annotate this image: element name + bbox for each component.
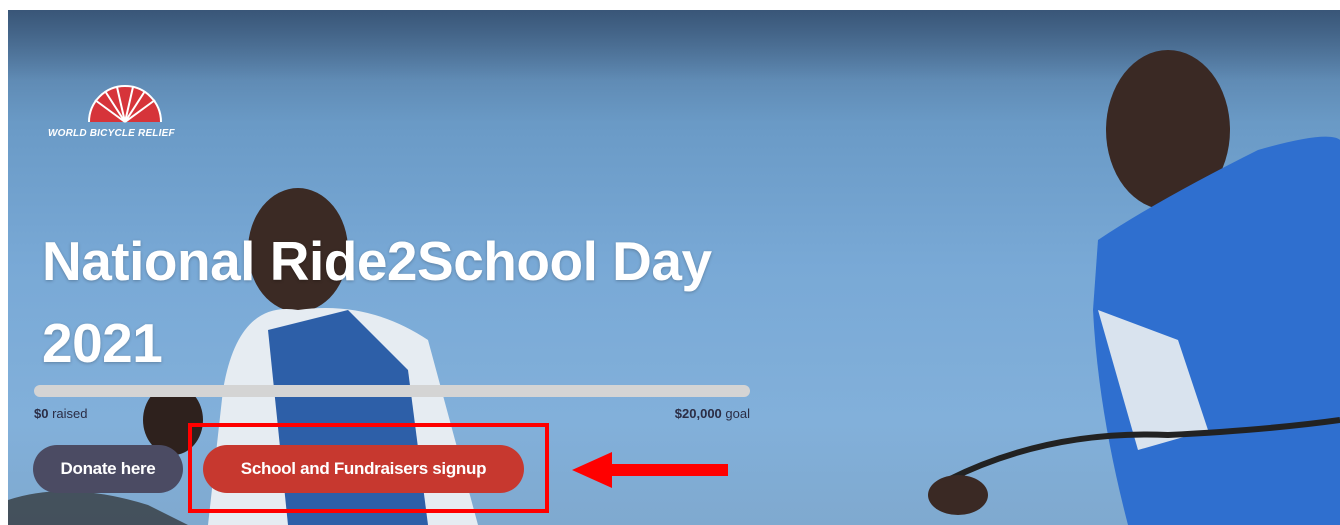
bicycle-wheel-logo-icon (88, 85, 162, 123)
goal-amount: $20,000 goal (675, 406, 750, 421)
goal-value: $20,000 (674, 406, 722, 421)
logo-wordmark: WORLD BICYCLE RELIEF (48, 128, 175, 139)
page-title-line-1: National Ride2School Day (42, 230, 712, 292)
page-title: National Ride2School Day 2021 (42, 220, 782, 384)
raised-value: $0 (34, 406, 49, 421)
donate-button[interactable]: Donate here (33, 445, 183, 493)
page-title-line-2: 2021 (42, 312, 163, 374)
raised-amount: $0 raised (34, 406, 88, 421)
fundraising-progress-bar (34, 385, 750, 397)
goal-label: goal (725, 406, 750, 421)
annotation-arrow-left-icon (572, 452, 728, 488)
raised-label: raised (52, 406, 88, 421)
annotation-highlight-box (188, 423, 549, 513)
